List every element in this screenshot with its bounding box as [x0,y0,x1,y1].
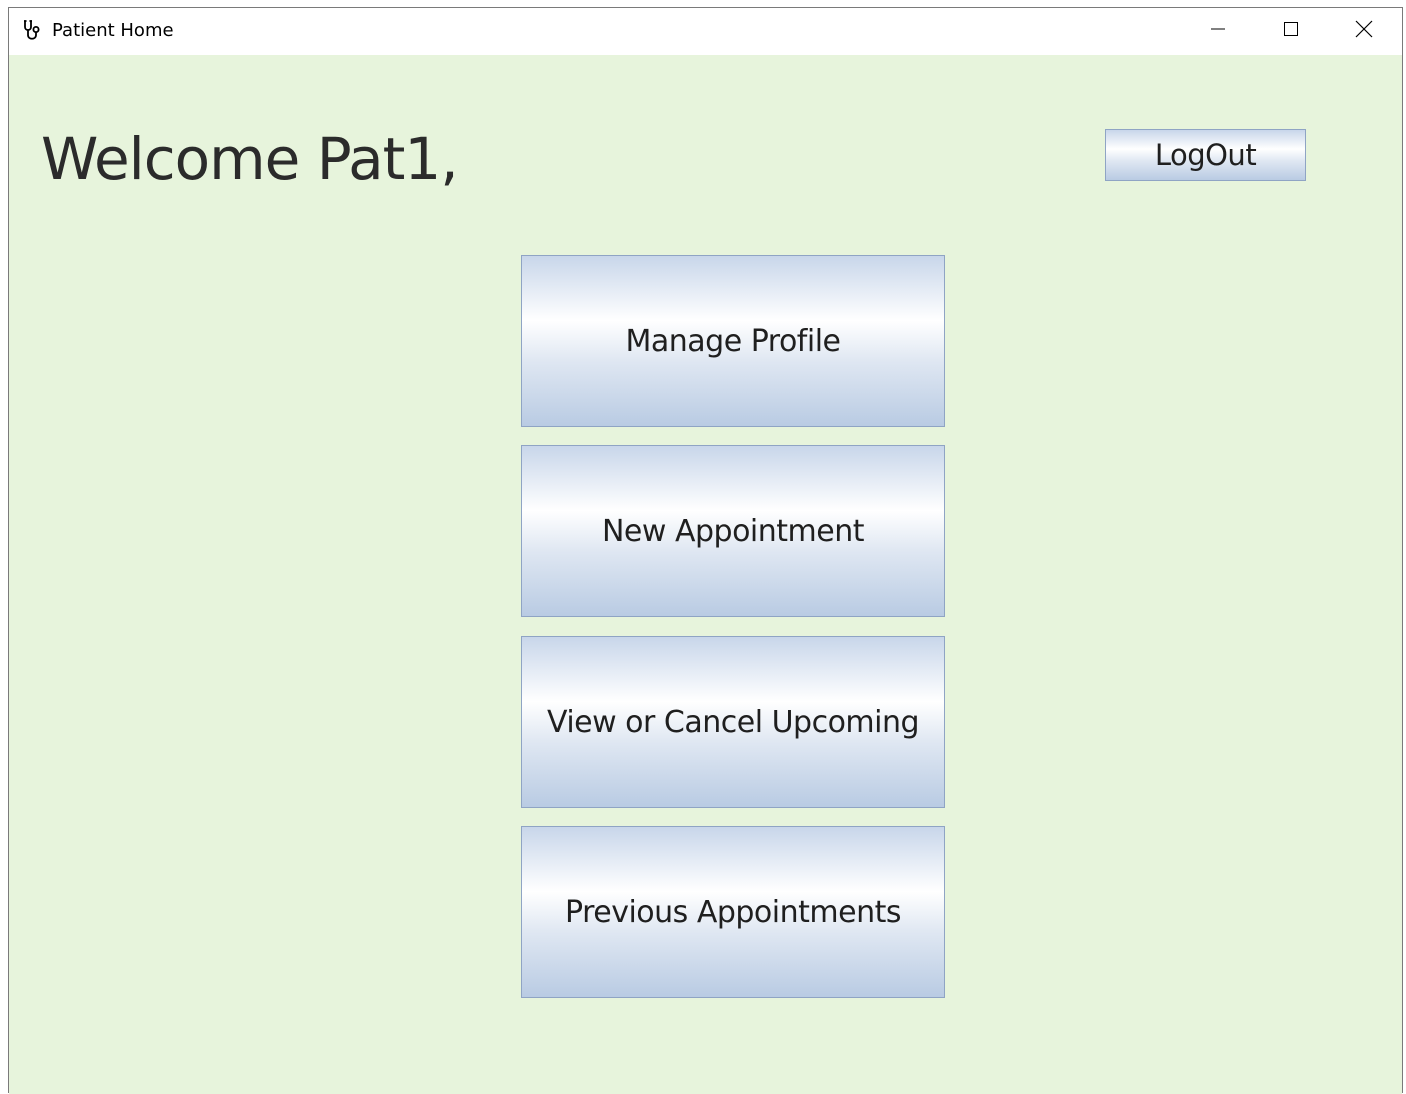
welcome-heading: Welcome Pat1, [41,125,459,193]
previous-appointments-button[interactable]: Previous Appointments [521,826,945,998]
patient-home-window: Patient Home Welcome Pat1, LogOut Manage… [8,7,1403,1094]
title-bar[interactable]: Patient Home [9,8,1402,55]
maximize-button[interactable] [1255,8,1327,54]
new-appointment-button[interactable]: New Appointment [521,445,945,617]
stethoscope-icon [21,19,45,43]
minimize-icon [1210,21,1226,41]
close-icon [1355,20,1373,42]
close-button[interactable] [1328,8,1400,54]
main-panel: Welcome Pat1, LogOut Manage Profile New … [9,55,1402,1094]
logout-button[interactable]: LogOut [1105,129,1306,181]
window-title: Patient Home [52,20,174,41]
manage-profile-button[interactable]: Manage Profile [521,255,945,427]
minimize-button[interactable] [1182,8,1254,54]
maximize-icon [1283,21,1299,41]
view-cancel-upcoming-button[interactable]: View or Cancel Upcoming [521,636,945,808]
